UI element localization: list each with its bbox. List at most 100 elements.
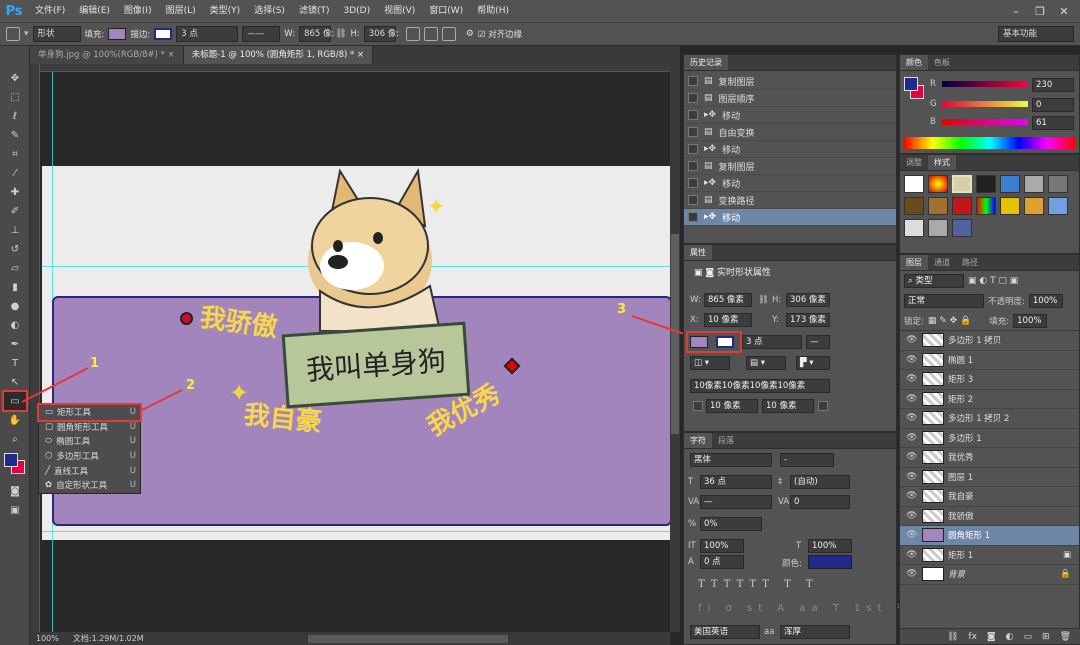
tab-history[interactable]: 历史记录: [684, 55, 728, 70]
history-item[interactable]: ▸✥ 移动: [684, 175, 896, 192]
horizontal-scale-input[interactable]: 100%: [808, 539, 852, 553]
style-swatch[interactable]: [1048, 197, 1068, 215]
tab-layers[interactable]: 图层: [900, 255, 928, 270]
history-item[interactable]: ▤ 图层顺序: [684, 90, 896, 107]
eye-icon[interactable]: 👁: [906, 374, 918, 384]
tab-swatches[interactable]: 色板: [928, 55, 956, 70]
vertical-scrollbar[interactable]: [670, 64, 680, 632]
eye-icon[interactable]: 👁: [906, 550, 918, 560]
style-swatch[interactable]: [928, 175, 948, 193]
fill-swatch[interactable]: [108, 28, 127, 40]
healing-tool-icon[interactable]: ✚: [4, 183, 26, 201]
style-swatch[interactable]: [952, 219, 972, 237]
prop-radius-tl[interactable]: 10 像素: [706, 399, 758, 413]
mask-icon[interactable]: ◙: [987, 632, 996, 642]
tab-color[interactable]: 颜色: [900, 55, 928, 70]
layer-row[interactable]: 👁 我骄傲: [900, 507, 1079, 526]
g-input[interactable]: 0: [1032, 98, 1074, 112]
chevron-down-icon[interactable]: ▾: [24, 29, 29, 39]
menu-help[interactable]: 帮助(H): [470, 0, 516, 22]
lock-icons[interactable]: ▦ ✎ ✥ 🔒: [928, 316, 971, 326]
layer-row[interactable]: 👁 矩形 1 ▣: [900, 546, 1079, 565]
history-item[interactable]: ▤ 复制图层: [684, 73, 896, 90]
eye-icon[interactable]: 👁: [906, 511, 918, 521]
prop-width-input[interactable]: 865 像素: [704, 293, 752, 307]
tab-adjustments[interactable]: 调整: [900, 155, 928, 170]
menu-file[interactable]: 文件(F): [28, 0, 72, 22]
layer-row[interactable]: 👁 矩形 2: [900, 390, 1079, 409]
prop-link-corners[interactable]: [693, 401, 703, 411]
tab-styles[interactable]: 样式: [928, 155, 956, 170]
width-input[interactable]: 865 像:: [299, 26, 334, 42]
trash-icon[interactable]: 🗑: [1060, 632, 1071, 642]
gradient-tool-icon[interactable]: ▮: [4, 278, 26, 296]
fill-input[interactable]: 100%: [1013, 313, 1048, 328]
menu-edit[interactable]: 编辑(E): [72, 0, 117, 22]
eye-icon[interactable]: 👁: [906, 491, 918, 501]
horizontal-ruler[interactable]: [30, 64, 670, 72]
link-icon[interactable]: ⛓: [758, 295, 769, 305]
style-swatch[interactable]: [904, 197, 924, 215]
tab-paragraph[interactable]: 段落: [712, 433, 740, 448]
b-slider[interactable]: [942, 119, 1028, 125]
horizontal-scrollbar[interactable]: [307, 634, 508, 643]
opentype-buttons[interactable]: fi σ st A aa T 1st ½: [698, 603, 912, 614]
folder-icon[interactable]: ▭: [1024, 632, 1033, 642]
link-icon[interactable]: ⛓: [335, 29, 346, 39]
eye-icon[interactable]: 👁: [906, 452, 918, 462]
shape-mode-select[interactable]: 形状: [32, 26, 81, 42]
color-ramp[interactable]: [904, 137, 1076, 149]
style-swatch[interactable]: [904, 175, 924, 193]
style-swatch[interactable]: [976, 175, 996, 193]
style-swatch[interactable]: [904, 219, 924, 237]
flyout-item-ellipse[interactable]: ⬭ 椭圆工具 U: [39, 434, 140, 449]
style-swatch[interactable]: [952, 197, 972, 215]
height-input[interactable]: 306 像:: [363, 26, 399, 42]
path-arrange-icon[interactable]: [441, 27, 456, 41]
style-swatch[interactable]: [1000, 175, 1020, 193]
tab-channels[interactable]: 通道: [928, 255, 956, 270]
r-input[interactable]: 230: [1032, 78, 1074, 92]
style-swatch[interactable]: [928, 219, 948, 237]
history-item[interactable]: ▸✥ 移动: [684, 107, 896, 124]
vertical-ruler[interactable]: [30, 64, 40, 632]
history-checkbox[interactable]: [688, 76, 698, 86]
tab-properties[interactable]: 属性: [684, 245, 712, 260]
eraser-tool-icon[interactable]: ▱: [4, 259, 26, 277]
brush-tool-icon[interactable]: ✐: [4, 202, 26, 220]
menu-view[interactable]: 视图(V): [377, 0, 422, 22]
prop-radius-tr[interactable]: 10 像素: [762, 399, 814, 413]
prop-height-input[interactable]: 306 像素: [786, 293, 830, 307]
history-checkbox[interactable]: [688, 110, 698, 120]
hand-tool-icon[interactable]: ✋: [4, 411, 26, 429]
workspace-select[interactable]: 基本功能: [998, 26, 1074, 42]
layer-row[interactable]: 👁 多边形 1 拷贝 2: [900, 409, 1079, 429]
history-item[interactable]: ▸✥ 移动: [684, 209, 896, 226]
eye-icon[interactable]: 👁: [906, 413, 918, 423]
tab-paths[interactable]: 路径: [956, 255, 984, 270]
menu-layer[interactable]: 图层(L): [159, 0, 203, 22]
prop-align-select[interactable]: ◫ ▾: [690, 356, 730, 370]
history-checkbox[interactable]: [688, 212, 698, 222]
history-item[interactable]: ▤ 自由变换: [684, 124, 896, 141]
dodge-tool-icon[interactable]: ◐: [4, 316, 26, 334]
eye-icon[interactable]: 👁: [906, 394, 918, 404]
crop-tool-icon[interactable]: ⌗: [4, 145, 26, 163]
layer-row[interactable]: 👁 我优秀: [900, 448, 1079, 468]
eye-icon[interactable]: 👁: [906, 530, 918, 540]
menu-image[interactable]: 图像(I): [117, 0, 159, 22]
history-item[interactable]: ▸✥ 移动: [684, 141, 896, 158]
prop-stroke-width[interactable]: 3 点: [742, 335, 802, 349]
star-shape[interactable]: ✦: [427, 197, 445, 219]
layer-row[interactable]: 👁 矩形 3: [900, 370, 1079, 390]
eye-icon[interactable]: 👁: [906, 569, 918, 579]
history-checkbox[interactable]: [688, 161, 698, 171]
style-swatch[interactable]: [1048, 175, 1068, 193]
filter-icons[interactable]: ▣ ◐ T ▢ ▣: [968, 276, 1018, 286]
prop-radius-checkbox[interactable]: [818, 401, 828, 411]
quick-mask-icon[interactable]: ◙: [4, 482, 26, 500]
menu-window[interactable]: 窗口(W): [422, 0, 470, 22]
layer-row[interactable]: 👁 多边形 1 拷贝: [900, 331, 1079, 351]
link-layers-icon[interactable]: ⛓: [947, 632, 958, 642]
style-swatch[interactable]: [1024, 197, 1044, 215]
